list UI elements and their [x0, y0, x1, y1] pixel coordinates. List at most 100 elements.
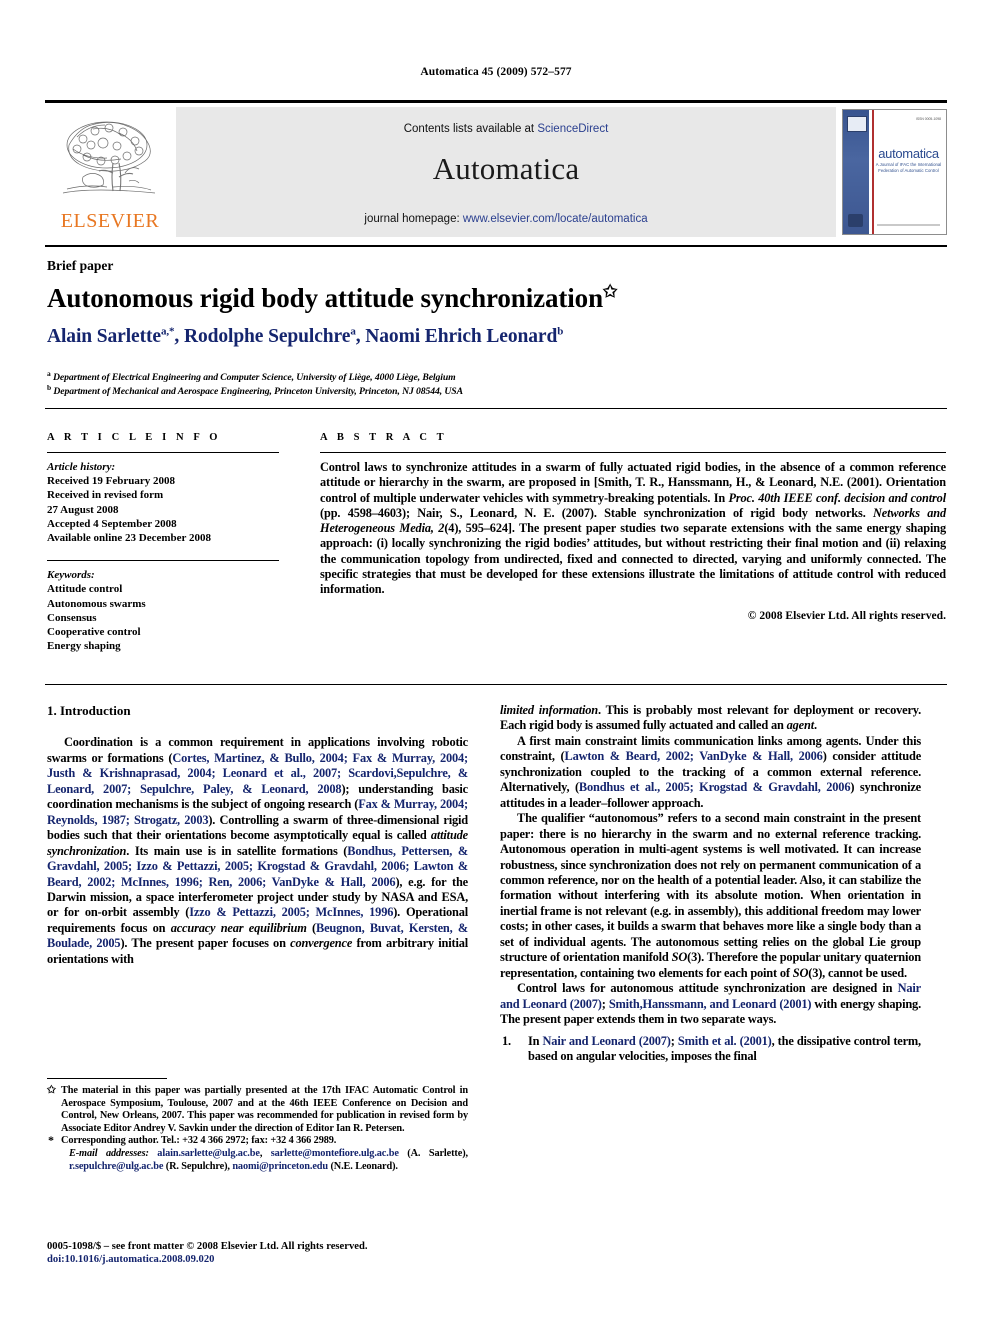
p-italic: SO — [671, 950, 688, 965]
journal-title: Automatica — [432, 151, 580, 186]
title-divider — [45, 245, 947, 247]
journal-masthead: ELSEVIER Contents lists available at Sci… — [45, 100, 947, 237]
author-list: Alain Sarlettea,*, Rodolphe Sepulchrea, … — [47, 325, 564, 347]
history-item: Accepted 4 September 2008 — [47, 517, 177, 530]
p-seg: . Its main use is in satellite formation… — [126, 843, 348, 858]
p-seg: ; — [601, 996, 609, 1011]
contents-available-line: Contents lists available at ScienceDirec… — [176, 123, 836, 135]
citation-link[interactable]: Bondhus et al., 2005; Krogstad & Gravdah… — [579, 780, 851, 794]
p-seg: (A. Sarlette), — [398, 1147, 468, 1159]
keywords-block: Keywords: Attitude control Autonomous sw… — [47, 568, 279, 653]
section-heading-introduction: 1. Introduction — [47, 703, 131, 718]
affiliation-a-text: Department of Electrical Engineering and… — [52, 372, 456, 384]
keyword-item: Attitude control — [47, 583, 123, 596]
footnote-corr-text: Corresponding author. Tel.: +32 4 366 29… — [61, 1135, 337, 1147]
footnote-asterisk-marker: * — [48, 1133, 54, 1148]
cover-subtitle: A Journal of IFAC the International Fede… — [875, 162, 942, 173]
cover-bottom-emblem-icon — [848, 214, 863, 227]
p-italic: convergence — [290, 936, 353, 951]
history-item: Received 19 February 2008 — [47, 475, 175, 488]
citation-link[interactable]: Lawton & Beard, 2002; VanDyke & Hall, 20… — [564, 749, 822, 763]
p-seg: (N.E. Leonard). — [328, 1160, 398, 1172]
cover-bottom-rule — [877, 224, 940, 226]
doi-label: doi: — [47, 1254, 65, 1266]
p-seg: ; — [670, 1033, 678, 1048]
email-link[interactable]: r.sepulchre@ulg.ac.be — [69, 1161, 163, 1172]
issn-line: 0005-1098/$ – see front matter © 2008 El… — [47, 1241, 368, 1252]
p-italic: limited information — [500, 703, 599, 717]
author-1[interactable]: Alain Sarlettea,* — [47, 325, 175, 347]
author-2[interactable]: Rodolphe Sepulchrea — [184, 325, 356, 347]
affiliation-a-mark: a — [47, 369, 51, 378]
footnote-corresponding-author: * Corresponding author. Tel.: +32 4 366 2… — [47, 1133, 468, 1148]
footnote-emails: E-mail addresses: alain.sarlette@ulg.ac.… — [47, 1148, 468, 1173]
journal-cover-thumbnail: ISSN 0005-1098 automatica A Journal of I… — [842, 109, 947, 235]
p-italic: agent — [786, 718, 815, 733]
elsevier-logo: ELSEVIER — [45, 107, 175, 237]
keywords-rule — [47, 560, 279, 562]
affiliation-b-text: Department of Mechanical and Aerospace E… — [53, 386, 463, 398]
journal-homepage-link[interactable]: www.elsevier.com/locate/automatica — [463, 213, 648, 225]
p-seg: (R. Sepulchre), — [163, 1160, 233, 1172]
history-item: Available online 23 December 2008 — [47, 532, 211, 545]
cover-ifac-badge-icon — [847, 116, 867, 132]
cover-wordmark: automatica — [878, 146, 939, 161]
email-label: E-mail addresses: — [69, 1147, 149, 1159]
page-title: Autonomous rigid body attitude synchroni… — [47, 282, 927, 314]
abstract-rule — [320, 452, 946, 453]
article-type-label: Brief paper — [47, 258, 114, 273]
homepage-prefix: journal homepage: — [364, 213, 463, 225]
history-item: 27 August 2008 — [47, 503, 119, 516]
journal-article-page: Automatica 45 (2009) 572–577 ELSEVIER Co… — [0, 0, 992, 1323]
keyword-item: Energy shaping — [47, 640, 121, 653]
p-seg: ). The present paper focuses on — [120, 936, 291, 951]
cover-corner-note: ISSN 0005-1098 — [915, 117, 941, 121]
p-seg: , — [259, 1147, 271, 1159]
email-link[interactable]: alain.sarlette@ulg.ac.be — [157, 1148, 260, 1159]
footnote-block: ✩ The material in this paper was partiall… — [47, 1085, 468, 1173]
p-italic: SO — [792, 965, 809, 980]
author-2-affil-mark: a — [350, 325, 356, 337]
affiliation-b-mark: b — [47, 383, 52, 392]
intro-paragraph-1-cont: limited information. This is probably mo… — [500, 703, 921, 734]
abstract-heading: A B S T R A C T — [320, 432, 448, 443]
author-1-affil-mark: a,* — [160, 325, 175, 337]
p-seg: (3), cannot be used. — [808, 965, 907, 980]
affiliation-a: a Department of Electrical Engineering a… — [47, 369, 927, 383]
article-title-text: Autonomous rigid body attitude synchroni… — [47, 283, 603, 313]
elsevier-tree-icon — [53, 115, 165, 207]
article-info-heading: A R T I C L E I N F O — [47, 432, 222, 443]
intro-paragraph-3: The qualifier “autonomous” refers to a s… — [500, 811, 921, 981]
keyword-item: Consensus — [47, 611, 97, 624]
abstract-italic-1: Proc. 40th IEEE conf. decision and contr… — [728, 490, 946, 505]
article-history-block: Article history: Received 19 February 20… — [47, 460, 279, 545]
doi-value[interactable]: 10.1016/j.automatica.2008.09.020 — [65, 1254, 215, 1265]
p-seg: In — [528, 1033, 543, 1048]
email-link[interactable]: sarlette@montefiore.ulg.ac.be — [271, 1148, 399, 1159]
abstract-column: A B S T R A C T Control laws to synchron… — [320, 432, 946, 622]
contents-prefix: Contents lists available at — [403, 123, 538, 135]
citation-link[interactable]: Smith,Hanssmann, and Leonard (2001) — [609, 997, 812, 1011]
list-item: 1. In Nair and Leonard (2007); Smith et a… — [500, 1034, 921, 1065]
doi-line: doi:10.1016/j.automatica.2008.09.020 — [47, 1253, 477, 1266]
intro-paragraph-4: Control laws for autonomous attitude syn… — [500, 981, 921, 1027]
footnote-divider — [47, 1078, 167, 1079]
running-head: Automatica 45 (2009) 572–577 — [420, 66, 572, 78]
author-3[interactable]: Naomi Ehrich Leonardb — [365, 325, 563, 347]
masthead-center: Contents lists available at ScienceDirec… — [175, 107, 836, 237]
body-column-right: limited information. This is probably mo… — [500, 703, 921, 1064]
list-item-number: 1. — [502, 1033, 511, 1048]
intro-numbered-list: 1. In Nair and Leonard (2007); Smith et a… — [500, 1034, 921, 1065]
elsevier-wordmark: ELSEVIER — [60, 210, 160, 232]
history-item: Received in revised form — [47, 489, 164, 502]
citation-link[interactable]: Nair and Leonard (2007) — [543, 1034, 671, 1048]
email-link[interactable]: naomi@princeton.edu — [232, 1161, 328, 1172]
sciencedirect-link[interactable]: ScienceDirect — [537, 123, 608, 135]
p-italic: accuracy near equilibrium — [170, 920, 307, 935]
citation-link[interactable]: Smith et al. (2001) — [678, 1034, 772, 1048]
citation-link[interactable]: Izzo & Pettazzi, 2005; McInnes, 1996 — [189, 905, 393, 919]
footnote-star-marker: ✩ — [47, 1085, 56, 1096]
p-seg: . — [813, 718, 817, 733]
keyword-item: Cooperative control — [47, 626, 141, 639]
